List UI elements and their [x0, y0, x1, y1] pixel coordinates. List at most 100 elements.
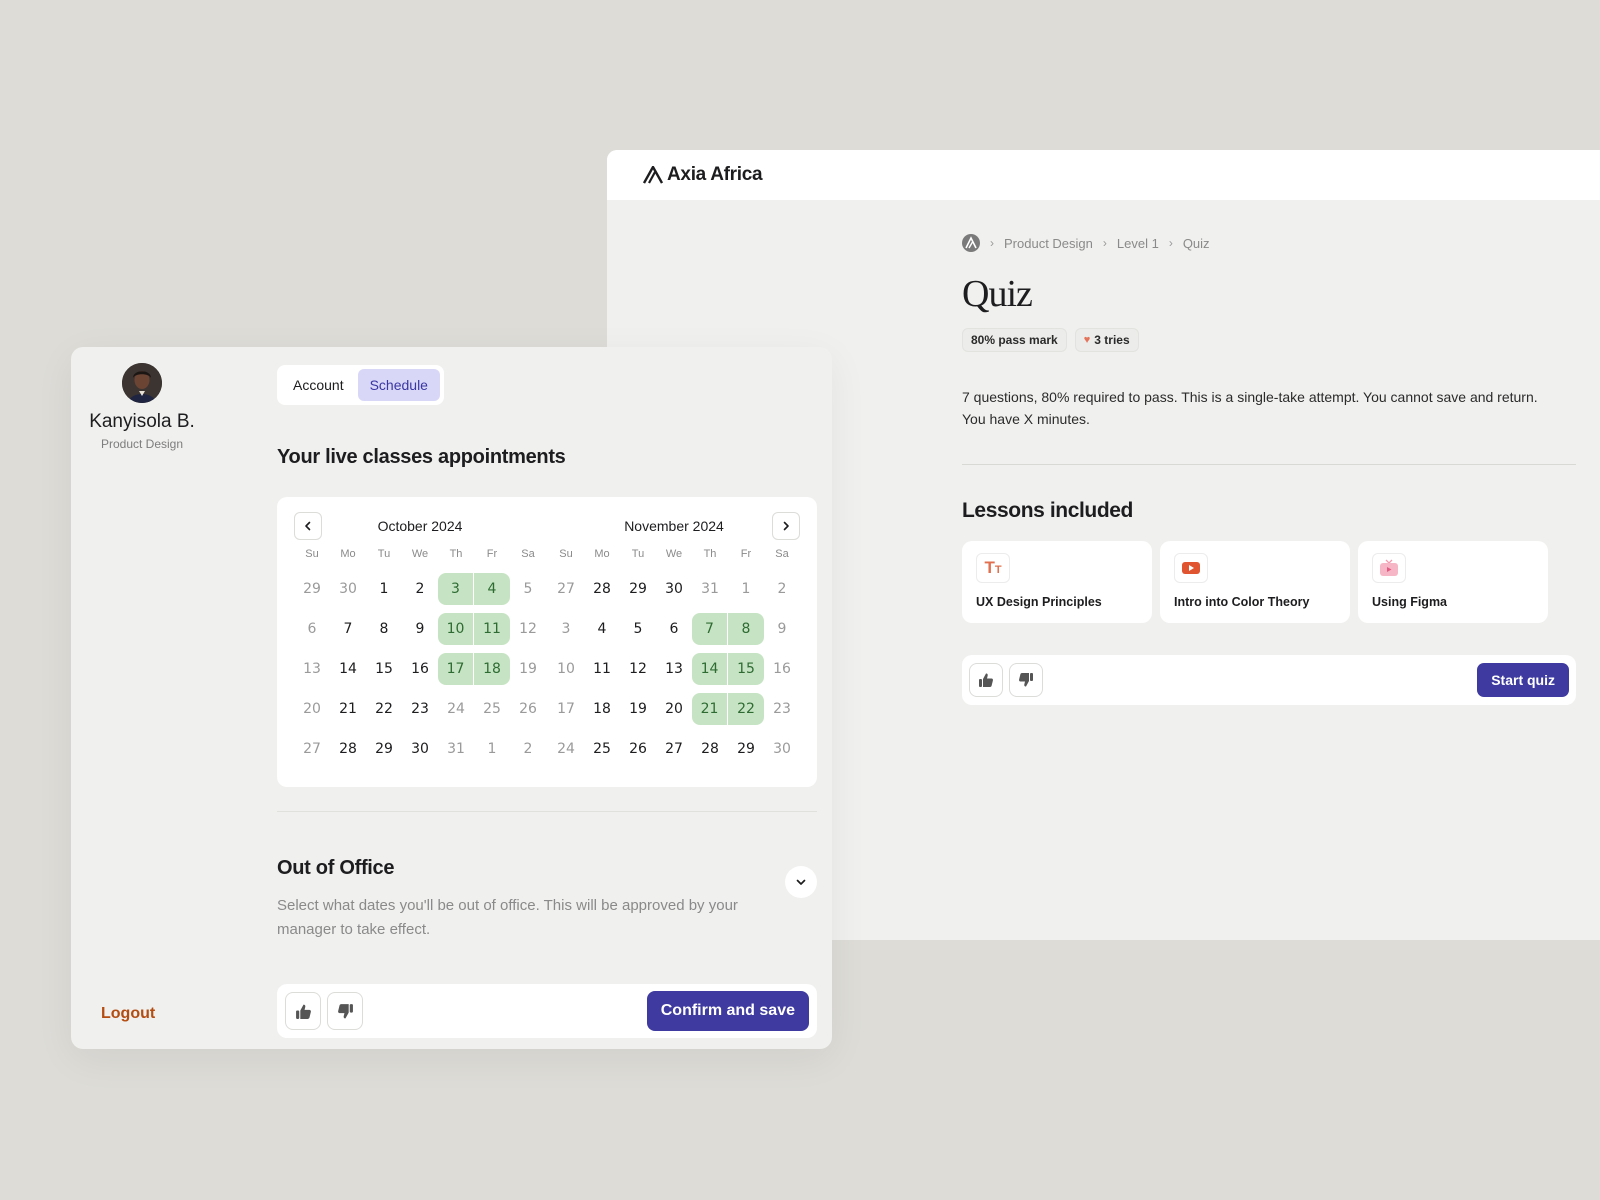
- calendar-day[interactable]: 11: [584, 653, 620, 685]
- brand-logo[interactable]: Axia Africa: [643, 164, 763, 186]
- calendar-day[interactable]: 28: [692, 733, 728, 765]
- calendar-day[interactable]: 23: [402, 693, 438, 725]
- thumbs-down-button[interactable]: [1009, 663, 1043, 697]
- calendar-day[interactable]: 6: [656, 613, 692, 645]
- calendar-day[interactable]: 5: [510, 573, 546, 605]
- calendar-day[interactable]: 29: [620, 573, 656, 605]
- settings-tabs: Account Schedule: [277, 365, 444, 405]
- calendar-day[interactable]: 29: [294, 573, 330, 605]
- calendar-day[interactable]: 28: [584, 573, 620, 605]
- calendar-day[interactable]: 20: [294, 693, 330, 725]
- breadcrumb-item[interactable]: Level 1: [1117, 236, 1159, 251]
- calendar-day[interactable]: 2: [402, 573, 438, 605]
- calendar-day[interactable]: 9: [764, 613, 800, 645]
- next-month-button[interactable]: [772, 512, 800, 540]
- breadcrumb-item[interactable]: Product Design: [1004, 236, 1093, 251]
- avatar[interactable]: [122, 363, 162, 403]
- calendar-day[interactable]: 4: [584, 613, 620, 645]
- chevron-right-icon: ›: [1102, 236, 1107, 250]
- breadcrumb: › Product Design › Level 1 › Quiz: [962, 232, 1582, 254]
- thumbs-up-button[interactable]: [285, 992, 321, 1030]
- calendar-day-available[interactable]: 14: [692, 653, 727, 685]
- calendar-day[interactable]: 2: [510, 733, 546, 765]
- month-header: November 2024: [548, 511, 800, 541]
- calendar-day[interactable]: 14: [330, 653, 366, 685]
- calendar-day-available[interactable]: 10: [438, 613, 473, 645]
- calendar-day[interactable]: 30: [764, 733, 800, 765]
- weekday-label: Sa: [521, 548, 535, 560]
- calendar-day-available[interactable]: 3: [438, 573, 473, 605]
- calendar-day[interactable]: 10: [548, 653, 584, 685]
- calendar-day-available[interactable]: 7: [692, 613, 727, 645]
- calendar-day[interactable]: 24: [438, 693, 474, 725]
- expand-out-of-office-button[interactable]: [785, 866, 817, 898]
- calendar-day[interactable]: 24: [548, 733, 584, 765]
- calendar-day[interactable]: 30: [656, 573, 692, 605]
- calendar-day[interactable]: 19: [620, 693, 656, 725]
- calendar-day[interactable]: 6: [294, 613, 330, 645]
- lesson-card[interactable]: TT UX Design Principles: [962, 541, 1152, 623]
- start-quiz-button[interactable]: Start quiz: [1477, 663, 1569, 697]
- calendar-day[interactable]: 1: [366, 573, 402, 605]
- lesson-card[interactable]: Intro into Color Theory: [1160, 541, 1350, 623]
- calendar-day[interactable]: 30: [402, 733, 438, 765]
- calendar-day[interactable]: 25: [474, 693, 510, 725]
- calendar-day-available[interactable]: 4: [474, 573, 510, 605]
- profile-name: Kanyisola B.: [89, 411, 195, 432]
- tab-schedule[interactable]: Schedule: [357, 369, 440, 401]
- calendar-day[interactable]: 20: [656, 693, 692, 725]
- calendar-day[interactable]: 12: [620, 653, 656, 685]
- calendar-day[interactable]: 29: [366, 733, 402, 765]
- logout-link[interactable]: Logout: [101, 1005, 155, 1023]
- calendar-day[interactable]: 1: [728, 573, 764, 605]
- calendar-day[interactable]: 7: [330, 613, 366, 645]
- calendar-day[interactable]: 17: [548, 693, 584, 725]
- calendar-day[interactable]: 26: [510, 693, 546, 725]
- weekday-label: Tu: [631, 548, 645, 560]
- calendar-day-available[interactable]: 11: [474, 613, 510, 645]
- calendar-day[interactable]: 9: [402, 613, 438, 645]
- calendar-day[interactable]: 25: [584, 733, 620, 765]
- calendar-day[interactable]: 27: [548, 573, 584, 605]
- calendar-day[interactable]: 27: [656, 733, 692, 765]
- calendar-day[interactable]: 27: [294, 733, 330, 765]
- calendar-day[interactable]: 3: [548, 613, 584, 645]
- lesson-card[interactable]: Using Figma: [1358, 541, 1548, 623]
- calendar-day[interactable]: 21: [330, 693, 366, 725]
- calendar-day-available[interactable]: 21: [692, 693, 727, 725]
- previous-month-button[interactable]: [294, 512, 322, 540]
- calendar-day[interactable]: 15: [366, 653, 402, 685]
- calendar-day[interactable]: 23: [764, 693, 800, 725]
- calendar-day-available[interactable]: 18: [474, 653, 510, 685]
- calendar-day[interactable]: 19: [510, 653, 546, 685]
- calendar-day[interactable]: 13: [294, 653, 330, 685]
- calendar-day[interactable]: 16: [402, 653, 438, 685]
- calendar-day[interactable]: 22: [366, 693, 402, 725]
- calendar-day[interactable]: 13: [656, 653, 692, 685]
- calendar-day-available[interactable]: 15: [728, 653, 764, 685]
- tab-account[interactable]: Account: [281, 369, 356, 401]
- calendar-day[interactable]: 26: [620, 733, 656, 765]
- calendar-day[interactable]: 28: [330, 733, 366, 765]
- calendar-day[interactable]: 31: [692, 573, 728, 605]
- calendar-day[interactable]: 1: [474, 733, 510, 765]
- calendar-day[interactable]: 12: [510, 613, 546, 645]
- calendar-day-available[interactable]: 22: [728, 693, 764, 725]
- calendar-day[interactable]: 2: [764, 573, 800, 605]
- calendar-week: 17 18 19 20 21 22 23: [548, 685, 800, 725]
- calendar-day[interactable]: 8: [366, 613, 402, 645]
- quiz-description: 7 questions, 80% required to pass. This …: [962, 389, 1538, 427]
- out-of-office-description: Select what dates you'll be out of offic…: [277, 897, 738, 938]
- thumbs-down-button[interactable]: [327, 992, 363, 1030]
- home-logo-icon[interactable]: [962, 234, 980, 252]
- calendar-day-available[interactable]: 8: [728, 613, 764, 645]
- calendar-day[interactable]: 16: [764, 653, 800, 685]
- calendar-day[interactable]: 30: [330, 573, 366, 605]
- calendar-day-available[interactable]: 17: [438, 653, 473, 685]
- confirm-and-save-button[interactable]: Confirm and save: [646, 991, 809, 1031]
- calendar-day[interactable]: 31: [438, 733, 474, 765]
- calendar-day[interactable]: 29: [728, 733, 764, 765]
- calendar-day[interactable]: 5: [620, 613, 656, 645]
- thumbs-up-button[interactable]: [969, 663, 1003, 697]
- calendar-day[interactable]: 18: [584, 693, 620, 725]
